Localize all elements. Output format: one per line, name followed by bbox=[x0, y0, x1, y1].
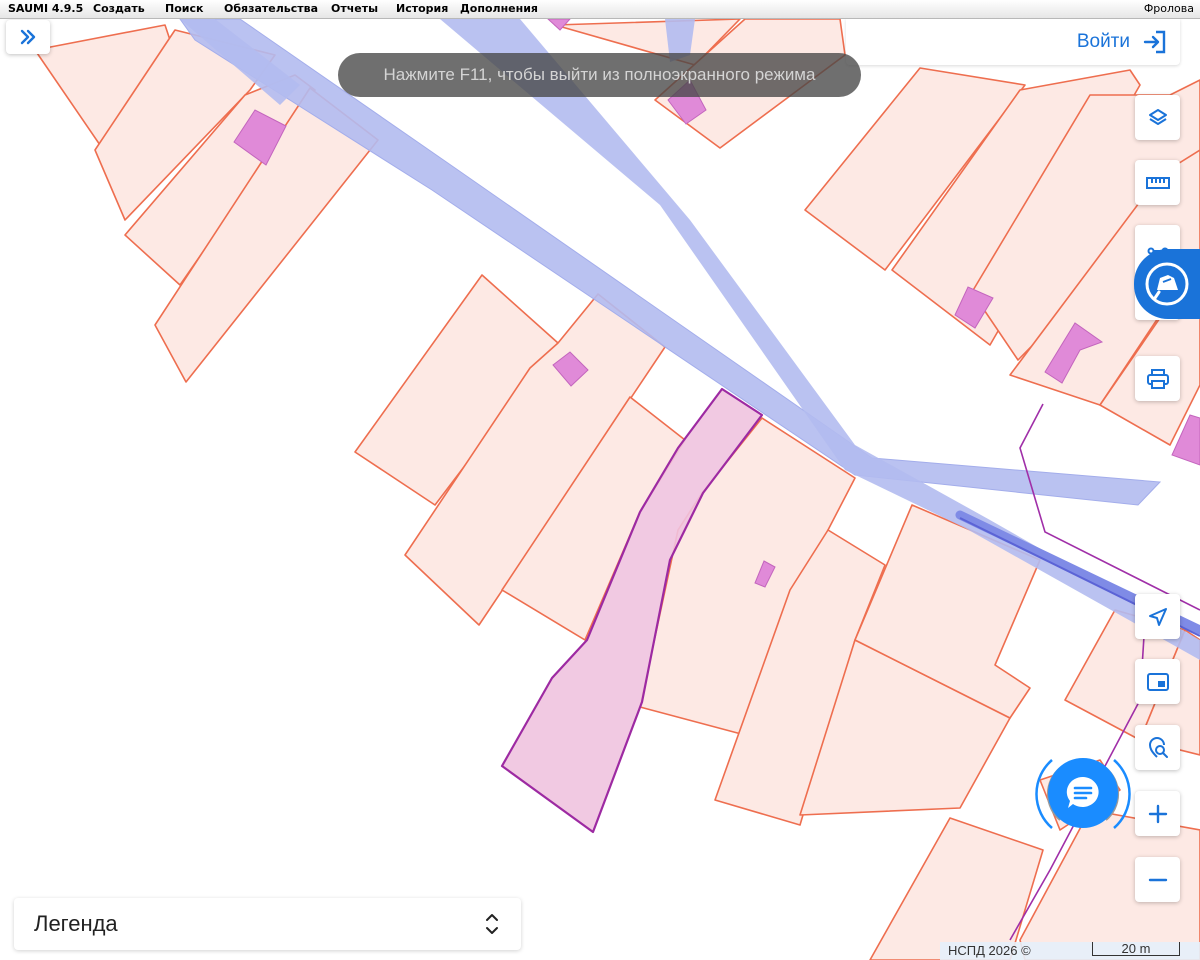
attribution-bar: НСПД 2026 © 20 m bbox=[940, 941, 1200, 960]
attribution-text: НСПД 2026 © bbox=[948, 943, 1031, 958]
expand-collapse-icon[interactable] bbox=[485, 912, 499, 936]
user-name[interactable]: Фролова bbox=[1144, 2, 1194, 15]
chat-bubble-icon bbox=[1066, 776, 1099, 808]
side-panel-tab[interactable] bbox=[1134, 249, 1200, 319]
search-location-icon bbox=[1148, 736, 1168, 758]
legend-title: Легенда bbox=[34, 911, 118, 936]
zoom-in-button[interactable] bbox=[1135, 791, 1180, 836]
fullscreen-toast: Нажмите F11, чтобы выйти из полноэкранно… bbox=[338, 53, 861, 97]
menu-bar: SAUMI 4.9.5 Создать Поиск Обязательства … bbox=[0, 0, 1200, 19]
app-title: SAUMI 4.9.5 bbox=[8, 2, 84, 15]
fullscreen-toast-text: Нажмите F11, чтобы выйти из полноэкранно… bbox=[383, 65, 816, 84]
menu-item-create[interactable]: Создать bbox=[93, 2, 145, 15]
search-location-button[interactable] bbox=[1135, 725, 1180, 770]
ruler-icon bbox=[1145, 176, 1170, 189]
menu-item-addons[interactable]: Дополнения bbox=[460, 2, 538, 15]
locate-button[interactable] bbox=[1135, 594, 1180, 639]
expand-panel-button[interactable] bbox=[6, 20, 50, 54]
legend-panel[interactable]: Легенда bbox=[14, 898, 521, 950]
scale-label: 20 m bbox=[1121, 941, 1151, 956]
minimap-button[interactable] bbox=[1135, 659, 1180, 704]
locate-icon bbox=[1148, 607, 1167, 626]
login-button[interactable]: Войти bbox=[846, 19, 1180, 65]
login-icon bbox=[1143, 30, 1166, 54]
map-chat-icon bbox=[1145, 262, 1189, 306]
zoom-out-icon bbox=[1148, 878, 1167, 881]
map-canvas[interactable] bbox=[0, 19, 1200, 960]
layers-button[interactable] bbox=[1135, 95, 1180, 140]
login-label: Войти bbox=[1076, 31, 1130, 52]
double-chevron-right-icon bbox=[20, 29, 36, 45]
print-icon bbox=[1146, 368, 1169, 389]
chat-button[interactable] bbox=[1048, 758, 1118, 828]
ruler-button[interactable] bbox=[1135, 160, 1180, 205]
print-button[interactable] bbox=[1135, 356, 1180, 401]
menu-item-search[interactable]: Поиск bbox=[165, 2, 203, 15]
menu-item-history[interactable]: История bbox=[396, 2, 448, 15]
menu-item-reports[interactable]: Отчеты bbox=[331, 2, 378, 15]
zoom-in-icon bbox=[1148, 804, 1167, 823]
menu-item-obligations[interactable]: Обязательства bbox=[224, 2, 318, 15]
layers-icon bbox=[1148, 108, 1167, 125]
zoom-out-button[interactable] bbox=[1135, 857, 1180, 902]
minimap-icon bbox=[1146, 672, 1169, 691]
scale-bar: 20 m bbox=[1092, 941, 1180, 956]
